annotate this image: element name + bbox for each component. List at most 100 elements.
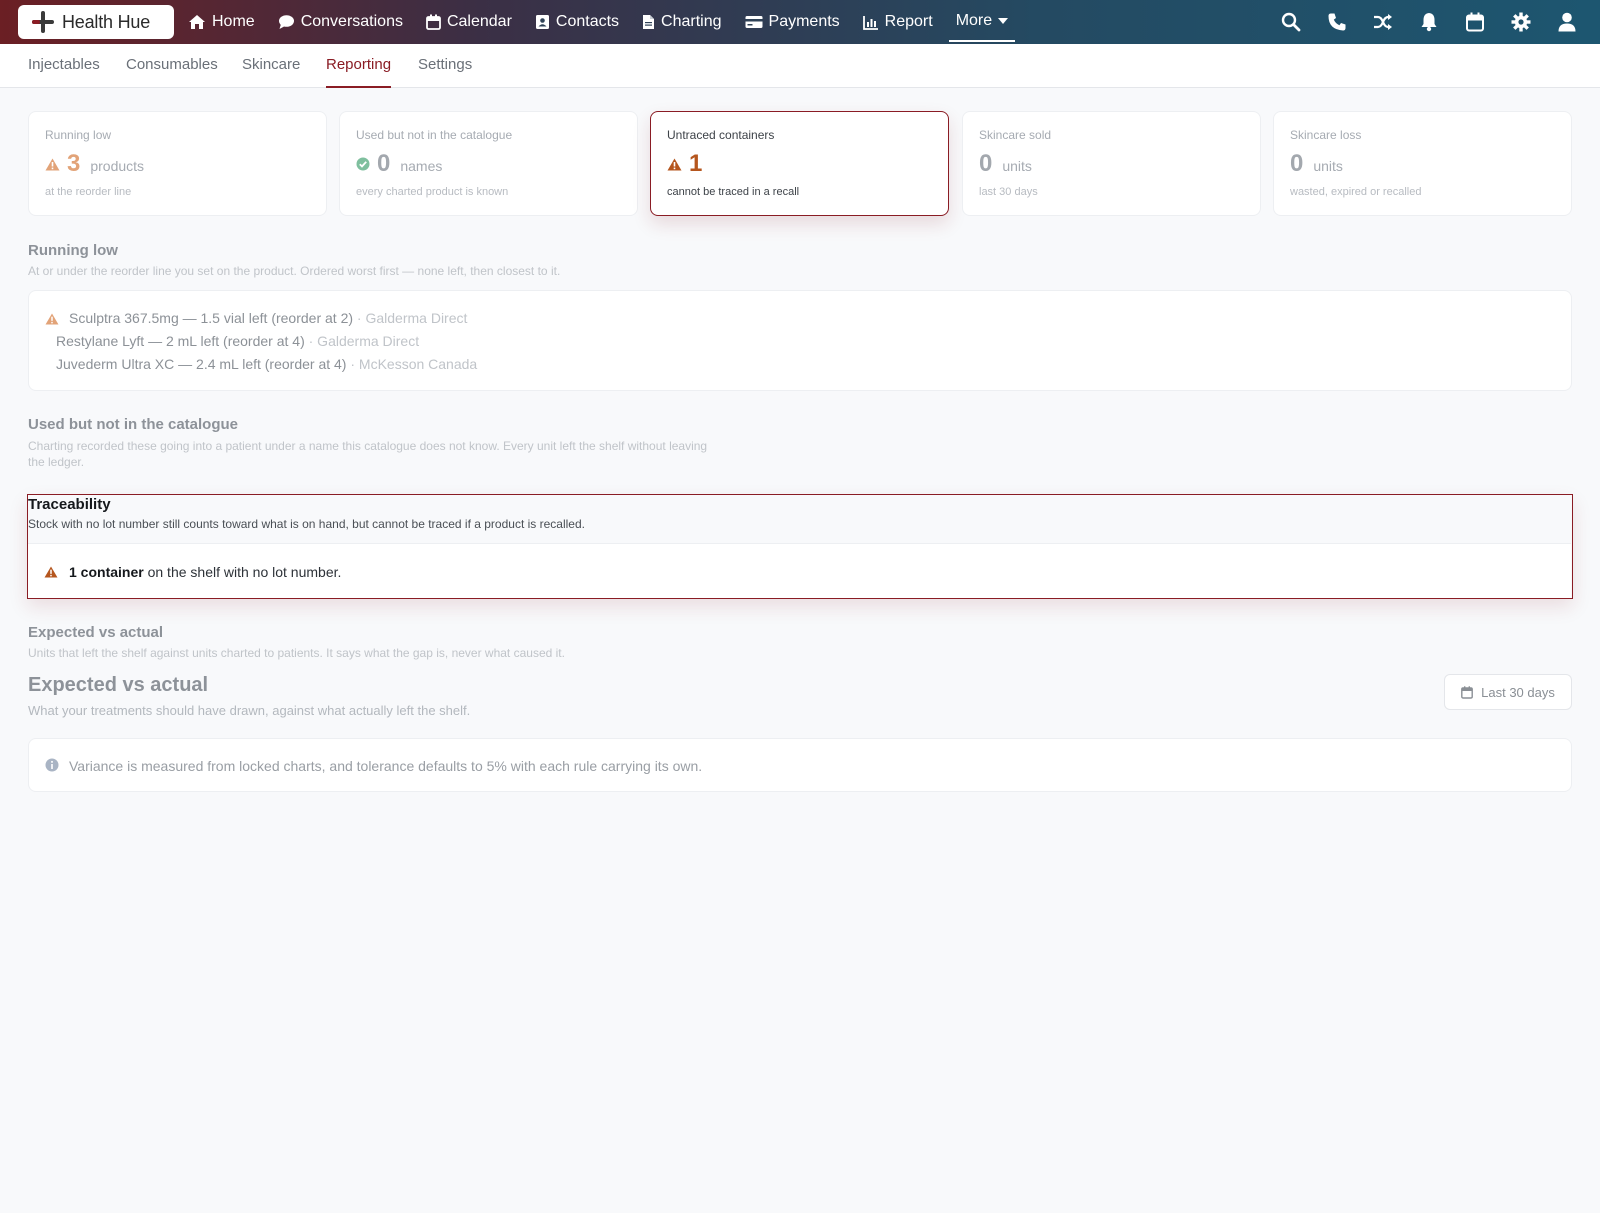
low-item-text: Restylane Lyft — 2 mL left (reorder at 4…	[56, 333, 305, 349]
card-value: 0	[377, 150, 391, 177]
warning-icon	[45, 158, 60, 171]
low-item-supplier: · McKesson Canada	[350, 356, 478, 372]
variance-info-panel: Variance is measured from locked charts,…	[28, 738, 1572, 792]
traceability-message-rest: on the shelf with no lot number.	[143, 564, 342, 580]
tab-reporting[interactable]: Reporting	[326, 44, 392, 88]
sub-tabs: Injectables Consumables Skincare Reporti…	[0, 44, 1600, 88]
warning-icon	[45, 312, 59, 330]
low-item-text: Sculptra 367.5mg — 1.5 vial left (reorde…	[69, 310, 354, 326]
nav-item-calendar[interactable]: Calendar	[426, 0, 512, 44]
tab-injectables[interactable]: Injectables	[28, 44, 100, 88]
home-icon	[189, 15, 205, 29]
nav-item-charting[interactable]: Charting	[642, 0, 722, 44]
nav-item-contacts[interactable]: Contacts	[535, 0, 619, 44]
nav-item-label: Charting	[661, 13, 722, 30]
section-desc-not-in-catalogue-cont: the ledger.	[28, 455, 85, 469]
gear-icon[interactable]	[1510, 11, 1532, 33]
nav-item-label: Payments	[768, 13, 840, 30]
nav-more-dropdown[interactable]: More	[948, 2, 1016, 42]
section-title-not-in-catalogue: Used but not in the catalogue	[28, 416, 239, 433]
summary-card-skincare-loss[interactable]: Skincare loss 0 units wasted, expired or…	[1273, 111, 1572, 216]
user-icon[interactable]	[1556, 11, 1578, 33]
traceability-panel: 1 container on the shelf with no lot num…	[28, 543, 1571, 598]
contact-card-icon	[535, 15, 549, 29]
warning-icon	[44, 565, 58, 583]
panel-desc-expected-vs-actual: What your treatments should have drawn, …	[28, 703, 471, 718]
calendar-icon[interactable]	[1464, 11, 1486, 33]
card-unit: products	[90, 158, 145, 174]
nav-item-label: Conversations	[300, 13, 403, 30]
caret-down-icon	[998, 18, 1009, 24]
low-item-text: Juvederm Ultra XC — 2.4 mL left (reorder…	[56, 356, 347, 372]
nav-more-label: More	[955, 12, 993, 29]
chat-icon	[278, 15, 294, 29]
low-item-supplier: · Galderma Direct	[356, 310, 468, 326]
app-name: Health Hue	[62, 11, 151, 32]
logo-mark-icon	[30, 9, 56, 35]
traceability-section: Traceability Stock with no lot number st…	[27, 494, 1573, 599]
date-range-label: Last 30 days	[1481, 684, 1555, 700]
section-title-traceability: Traceability	[28, 496, 111, 513]
phone-icon[interactable]	[1326, 11, 1348, 33]
document-icon	[643, 15, 655, 29]
calendar-icon	[426, 14, 441, 30]
summary-card-not-in-catalogue[interactable]: Used but not in the catalogue 0 names ev…	[339, 111, 638, 216]
card-label: Used but not in the catalogue	[356, 128, 513, 142]
nav-item-label: Calendar	[446, 13, 512, 30]
summary-card-untraced-containers[interactable]: Untraced containers 1 cannot be traced i…	[650, 111, 949, 216]
traceability-count: 1 container	[69, 564, 144, 580]
card-value: 3	[67, 150, 81, 177]
card-subtext: wasted, expired or recalled	[1290, 186, 1422, 198]
traceability-message: 1 container on the shelf with no lot num…	[69, 564, 341, 580]
list-item: Sculptra 367.5mg — 1.5 vial left (reorde…	[69, 310, 467, 326]
nav-item-conversations[interactable]: Conversations	[278, 0, 403, 44]
nav-item-report[interactable]: Report	[862, 0, 933, 44]
card-unit: names	[400, 158, 443, 174]
list-item: Restylane Lyft — 2 mL left (reorder at 4…	[56, 333, 419, 349]
summary-card-skincare-sold[interactable]: Skincare sold 0 units last 30 days	[962, 111, 1261, 216]
nav-item-label: Home	[212, 13, 255, 30]
summary-card-running-low[interactable]: Running low 3 products at the reorder li…	[28, 111, 327, 216]
card-value: 1	[689, 150, 703, 177]
card-label: Running low	[45, 128, 112, 142]
variance-info-text: Variance is measured from locked charts,…	[69, 758, 703, 774]
bar-chart-icon	[862, 15, 878, 30]
card-label: Skincare sold	[979, 128, 1052, 142]
tab-consumables[interactable]: Consumables	[126, 44, 218, 88]
card-value: 0	[1290, 150, 1304, 177]
card-subtext: at the reorder line	[45, 186, 132, 198]
list-item: Juvederm Ultra XC — 2.4 mL left (reorder…	[56, 356, 477, 372]
calendar-icon	[1461, 685, 1474, 699]
tab-settings[interactable]: Settings	[418, 44, 472, 88]
nav-item-label: Contacts	[555, 13, 620, 30]
date-range-button[interactable]: Last 30 days	[1444, 674, 1572, 710]
section-title-expected-vs-actual: Expected vs actual	[28, 624, 164, 641]
card-unit: units	[1002, 158, 1032, 174]
section-desc-not-in-catalogue: Charting recorded these going into a pat…	[28, 439, 708, 453]
section-desc-traceability: Stock with no lot number still counts to…	[28, 517, 585, 531]
check-circle-icon	[356, 157, 370, 171]
card-subtext: last 30 days	[979, 186, 1038, 198]
low-item-supplier: · Galderma Direct	[308, 333, 420, 349]
section-desc-running-low: At or under the reorder line you set on …	[28, 264, 561, 278]
section-title-running-low: Running low	[28, 242, 118, 259]
credit-card-icon	[745, 16, 763, 28]
card-unit: units	[1313, 158, 1343, 174]
running-low-panel: Sculptra 367.5mg — 1.5 vial left (reorde…	[28, 290, 1572, 391]
info-icon	[45, 758, 59, 777]
section-desc-expected-vs-actual: Units that left the shelf against units …	[28, 646, 565, 660]
app-logo[interactable]: Health Hue	[18, 5, 174, 39]
nav-item-payments[interactable]: Payments	[745, 0, 840, 44]
card-label: Skincare loss	[1290, 128, 1362, 142]
tab-skincare[interactable]: Skincare	[242, 44, 300, 88]
card-value: 0	[979, 150, 993, 177]
card-subtext: cannot be traced in a recall	[667, 186, 800, 198]
card-subtext: every charted product is known	[356, 186, 509, 198]
top-navigation-bar: Health Hue Home Conversations Calendar C…	[0, 0, 1600, 44]
warning-icon	[667, 158, 682, 171]
shuffle-icon[interactable]	[1372, 11, 1394, 33]
card-label: Untraced containers	[667, 128, 775, 142]
search-icon[interactable]	[1280, 11, 1302, 33]
nav-item-home[interactable]: Home	[188, 0, 255, 44]
bell-icon[interactable]	[1418, 11, 1440, 33]
